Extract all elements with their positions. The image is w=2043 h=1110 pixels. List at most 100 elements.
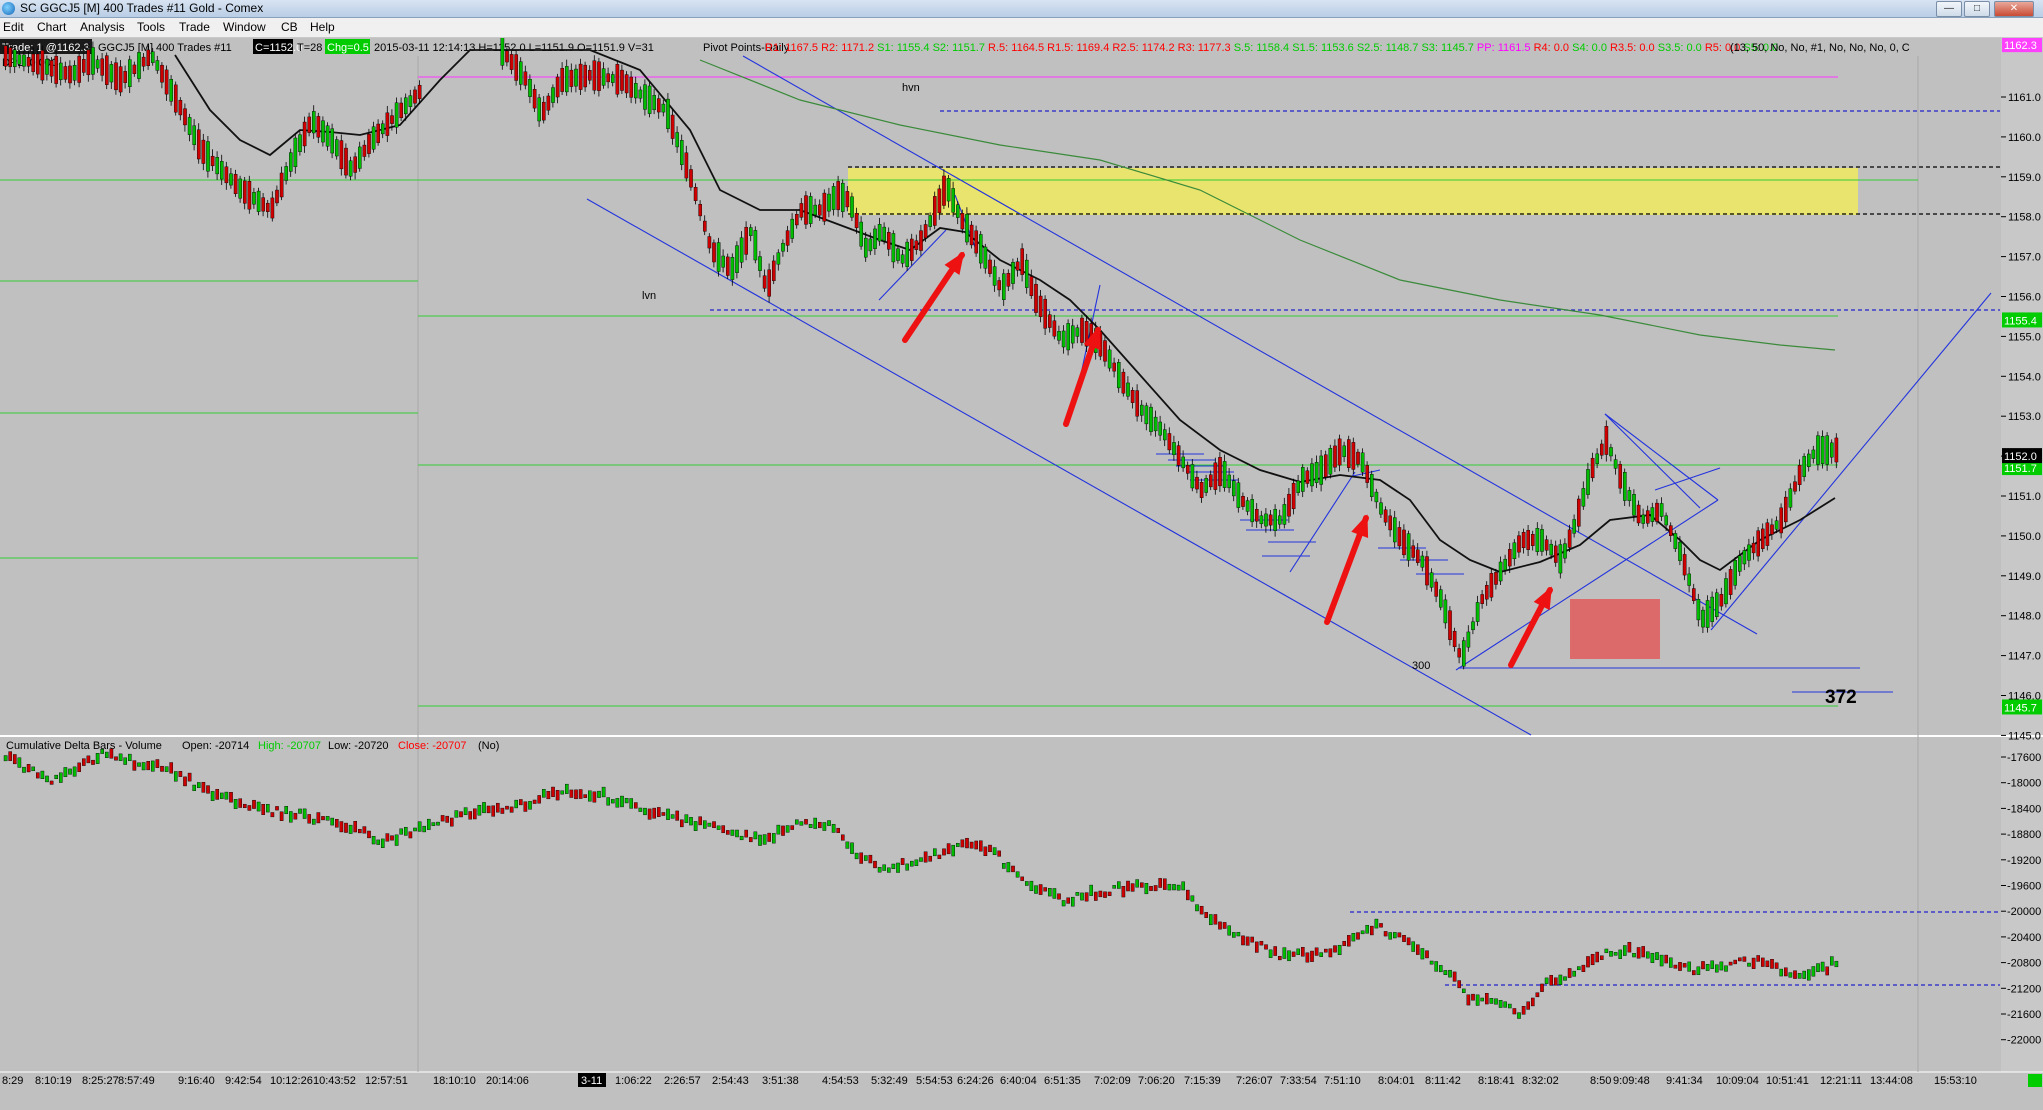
price-bar xyxy=(54,55,58,84)
supply-zone[interactable] xyxy=(848,168,1858,215)
time-tick-label: 7:06:20 xyxy=(1138,1075,1175,1087)
delta-bar xyxy=(1356,932,1360,940)
delta-bar xyxy=(657,807,661,817)
price-bar xyxy=(721,255,725,268)
chart-area[interactable]: Trade: 1 @1162.3 DPL: 0.00C GGCJ5 [M] 40… xyxy=(0,38,2043,1110)
menu-window[interactable]: Window xyxy=(223,20,266,34)
price-bar xyxy=(629,76,633,98)
delta-bar xyxy=(1747,962,1751,967)
menu-analysis[interactable]: Analysis xyxy=(80,20,125,34)
delta-bar xyxy=(1061,900,1066,907)
hvn-label: hvn xyxy=(902,82,920,94)
price-bar xyxy=(100,58,104,76)
price-bar xyxy=(666,98,670,129)
delta-bar xyxy=(905,863,909,871)
price-bar xyxy=(1471,621,1475,631)
price-bar xyxy=(1779,507,1783,534)
price-bar xyxy=(818,204,822,216)
time-tick-label: 4:54:53 xyxy=(822,1075,859,1087)
close-icon[interactable]: ✕ xyxy=(1994,1,2034,17)
delta-bar xyxy=(298,808,302,814)
delta-bar xyxy=(1006,862,1011,873)
highlight-box[interactable] xyxy=(1570,599,1660,659)
delta-bar xyxy=(293,812,298,820)
delta-bar xyxy=(1241,935,1245,946)
price-bar xyxy=(233,173,238,195)
menu-help[interactable]: Help xyxy=(310,20,335,34)
price-bar xyxy=(1811,449,1816,459)
delta-bar xyxy=(850,842,854,854)
maximize-icon[interactable]: □ xyxy=(1964,1,1990,17)
delta-bar xyxy=(1268,949,1273,958)
price-bar xyxy=(1480,594,1484,604)
delta-bar xyxy=(1494,998,1498,1005)
delta-bar xyxy=(1664,954,1668,964)
price-bar xyxy=(979,234,983,264)
menu-edit[interactable]: Edit xyxy=(3,20,24,34)
price-bar xyxy=(960,213,965,230)
delta-bar xyxy=(118,753,123,761)
price-bar xyxy=(114,62,118,91)
price-bar xyxy=(1176,445,1181,466)
delta-bar xyxy=(910,860,914,867)
price-bar xyxy=(684,152,689,179)
price-bar xyxy=(887,232,891,250)
delta-bar xyxy=(1236,932,1241,937)
time-tick-label: 10:09:04 xyxy=(1716,1075,1759,1087)
delta-bar xyxy=(1185,889,1190,901)
price-bar xyxy=(1797,465,1802,485)
price-bar xyxy=(266,202,270,212)
price-bar xyxy=(882,226,886,241)
delta-bar xyxy=(528,801,532,810)
delta-bar xyxy=(1388,932,1392,940)
price-bar xyxy=(638,89,643,99)
delta-bar xyxy=(1825,966,1829,976)
delta-bar xyxy=(252,799,256,809)
trade-count: T=28 xyxy=(297,42,322,54)
delta-bar xyxy=(302,808,307,819)
price-bar xyxy=(178,100,183,116)
price-bar xyxy=(1291,482,1296,510)
price-bar xyxy=(988,259,992,274)
delta-bar xyxy=(891,863,896,869)
price-bar xyxy=(1802,456,1806,477)
menu-cb[interactable]: CB xyxy=(281,20,298,34)
price-bar xyxy=(1333,445,1337,468)
price-bar xyxy=(376,123,381,143)
scroll-indicator[interactable] xyxy=(2028,1074,2042,1087)
price-bar xyxy=(739,237,744,263)
price-bar xyxy=(965,213,969,243)
menu-trade[interactable]: Trade xyxy=(179,20,210,34)
price-bar xyxy=(841,182,845,212)
delta-bar xyxy=(1756,955,1760,962)
menu-tools[interactable]: Tools xyxy=(137,20,165,34)
price-tick-label: 1158.0 xyxy=(2008,212,2041,224)
delta-bar xyxy=(1323,948,1328,953)
delta-bar xyxy=(923,851,928,863)
delta-bar xyxy=(1816,963,1820,972)
price-tag-label: 1162.3 xyxy=(2004,40,2037,52)
minimize-icon[interactable]: — xyxy=(1936,1,1962,17)
delta-bar xyxy=(1728,961,1733,966)
price-bar xyxy=(1172,442,1176,455)
delta-bar xyxy=(831,824,836,833)
price-bar xyxy=(1503,558,1507,571)
delta-bar xyxy=(1760,957,1765,967)
menu-chart[interactable]: Chart xyxy=(37,20,66,34)
price-bar xyxy=(578,63,583,90)
delta-bar xyxy=(1195,904,1199,912)
price-bar xyxy=(606,73,610,83)
time-tick-label: 8:10:19 xyxy=(35,1075,72,1087)
delta-close: Close: -20707 xyxy=(398,740,467,752)
delta-bar xyxy=(100,748,104,754)
time-tick-label: 9:16:40 xyxy=(178,1075,215,1087)
delta-bar xyxy=(1333,945,1337,953)
time-tick-label: 8:57:49 xyxy=(118,1075,155,1087)
price-bar xyxy=(795,214,799,226)
time-axis[interactable]: 8:29 8:10:19 8:25:27 8:57:49 9:16:40 9:42:54 1… xyxy=(2,1073,2042,1087)
price-bar xyxy=(1461,640,1466,667)
delta-bar xyxy=(509,806,514,813)
delta-bar xyxy=(758,834,762,846)
time-tick-label: 2:54:43 xyxy=(712,1075,749,1087)
delta-bar xyxy=(1682,963,1687,968)
